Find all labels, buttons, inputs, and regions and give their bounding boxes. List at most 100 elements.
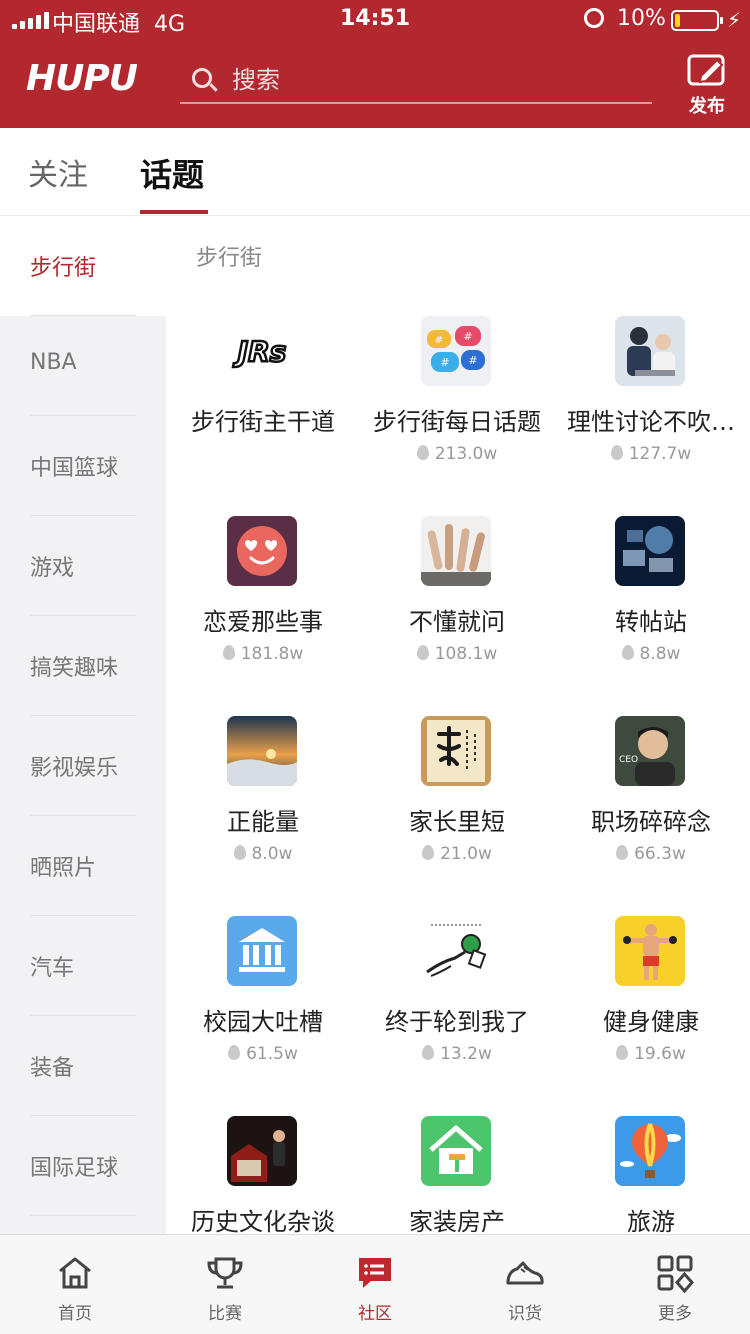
search-bar[interactable] bbox=[180, 58, 652, 104]
search-input[interactable] bbox=[232, 62, 632, 98]
sidebar-item-label: 游戏 bbox=[30, 556, 75, 581]
alarm-icon bbox=[584, 8, 604, 28]
sidebar-item-label: 晒照片 bbox=[30, 856, 97, 881]
battery-percent: 10% bbox=[617, 6, 666, 31]
sidebar-item-funny[interactable]: 搞笑趣味 bbox=[0, 616, 166, 716]
sidebar-item-entertainment[interactable]: 影视娱乐 bbox=[0, 716, 166, 816]
nav-more[interactable]: 更多 bbox=[600, 1235, 750, 1334]
calligraphy-photo bbox=[421, 716, 491, 786]
hashtag-bubbles-icon: # # # # bbox=[421, 316, 491, 386]
topic-card[interactable]: 校园大吐槽 61.5w bbox=[166, 916, 360, 1116]
sidebar-item-label: 国际足球 bbox=[30, 1156, 119, 1181]
sidebar-item-label: NBA bbox=[30, 350, 77, 375]
sidebar-item-buxingjie[interactable]: 步行街 bbox=[0, 216, 166, 316]
sidebar-item-label: 步行街 bbox=[30, 256, 97, 281]
category-sidebar: 步行街 NBA 中国篮球 游戏 搞笑趣味 影视娱乐 晒照片 汽车 装备 国际足球 bbox=[0, 216, 166, 1234]
nav-community[interactable]: 社区 bbox=[300, 1235, 450, 1334]
battery-icon bbox=[671, 10, 723, 31]
topic-heat: 181.8w bbox=[166, 644, 360, 664]
sidebar-item-cars[interactable]: 汽车 bbox=[0, 916, 166, 1016]
topic-card[interactable]: 不懂就问 108.1w bbox=[360, 516, 554, 716]
hot-air-balloon-icon bbox=[615, 1116, 685, 1186]
nav-shopping[interactable]: 识货 bbox=[450, 1235, 600, 1334]
topic-card[interactable]: 健身健康 19.6w bbox=[554, 916, 748, 1116]
compose-icon bbox=[687, 54, 725, 86]
tab-follow[interactable]: 关注 bbox=[28, 150, 88, 194]
topic-name: 历史文化杂谈 bbox=[191, 1208, 335, 1234]
topic-heat: 66.3w bbox=[554, 844, 748, 864]
topic-card[interactable]: 历史文化杂谈 bbox=[166, 1116, 360, 1234]
svg-text:JRs: JRs bbox=[233, 335, 287, 368]
sidebar-item-nba[interactable]: NBA bbox=[0, 316, 166, 416]
topic-name: 转帖站 bbox=[615, 608, 687, 636]
topic-name: 终于轮到我了 bbox=[385, 1008, 529, 1036]
publish-label: 发布 bbox=[689, 96, 725, 117]
sidebar-item-games[interactable]: 游戏 bbox=[0, 516, 166, 616]
sidebar-item-intl-football[interactable]: 国际足球 bbox=[0, 1116, 166, 1216]
topic-name: 校园大吐槽 bbox=[203, 1008, 323, 1036]
status-bar: 中国联通 4G 14:51 10% ⚡ bbox=[0, 0, 750, 40]
house-paint-icon bbox=[421, 1116, 491, 1186]
raised-hands-photo bbox=[421, 516, 491, 586]
community-chat-icon bbox=[359, 1258, 391, 1288]
sidebar-item-photos[interactable]: 晒照片 bbox=[0, 816, 166, 916]
flame-icon bbox=[422, 1045, 435, 1060]
topic-card[interactable]: 家装房产 bbox=[360, 1116, 554, 1234]
sidebar-item-label: 搞笑趣味 bbox=[30, 656, 119, 681]
topic-card[interactable]: 家长里短 21.0w bbox=[360, 716, 554, 916]
topic-heat: 127.7w bbox=[554, 444, 748, 464]
topic-name: 步行街每日话题 bbox=[373, 408, 541, 436]
topic-card[interactable]: 终于轮到我了 13.2w bbox=[360, 916, 554, 1116]
topic-name: 不懂就问 bbox=[409, 608, 505, 636]
flame-icon bbox=[616, 1045, 629, 1060]
bottom-tab-bar: 首页 比赛 社区 识货 更多 bbox=[0, 1234, 750, 1334]
home-icon bbox=[59, 1257, 91, 1289]
sidebar-item-gear[interactable]: 装备 bbox=[0, 1016, 166, 1116]
nav-label: 社区 bbox=[358, 1304, 392, 1324]
tech-screens-photo bbox=[615, 516, 685, 586]
topic-heat: 8.0w bbox=[166, 844, 360, 864]
topic-heat: 19.6w bbox=[554, 1044, 748, 1064]
nav-label: 更多 bbox=[658, 1304, 692, 1324]
sidebar-item-label: 中国篮球 bbox=[30, 456, 119, 481]
sneaker-icon bbox=[506, 1261, 544, 1285]
topic-name: 恋爱那些事 bbox=[203, 608, 323, 636]
lecture-photo bbox=[227, 1116, 297, 1186]
section-title: 步行街 bbox=[196, 246, 263, 271]
trophy-icon bbox=[207, 1257, 243, 1289]
topic-heat: 8.8w bbox=[554, 644, 748, 664]
topic-name: 健身健康 bbox=[603, 1008, 699, 1036]
flame-icon bbox=[422, 845, 435, 860]
topic-card[interactable]: 正能量 8.0w bbox=[166, 716, 360, 916]
tab-topics[interactable]: 话题 bbox=[140, 150, 204, 196]
nav-matches[interactable]: 比赛 bbox=[150, 1235, 300, 1334]
flame-icon bbox=[416, 645, 429, 660]
heart-eyes-emoji-icon bbox=[227, 516, 297, 586]
topic-heat: 213.0w bbox=[360, 444, 554, 464]
nav-home[interactable]: 首页 bbox=[0, 1235, 150, 1334]
topic-card[interactable]: 理性讨论不吹… 127.7w bbox=[554, 316, 748, 516]
flame-icon bbox=[233, 845, 246, 860]
topic-card[interactable]: 转帖站 8.8w bbox=[554, 516, 748, 716]
nav-label: 比赛 bbox=[208, 1304, 242, 1324]
topic-heat: 61.5w bbox=[166, 1044, 360, 1064]
topic-heat: 108.1w bbox=[360, 644, 554, 664]
svg-text:#: # bbox=[440, 356, 449, 369]
more-grid-icon bbox=[657, 1255, 695, 1293]
hupu-logo[interactable]: HUPU bbox=[26, 58, 138, 99]
topic-name: 理性讨论不吹… bbox=[567, 408, 735, 436]
sidebar-item-label: 装备 bbox=[30, 1056, 75, 1081]
topic-card[interactable]: JRs 步行街主干道 bbox=[166, 316, 360, 516]
topic-card[interactable]: 恋爱那些事 181.8w bbox=[166, 516, 360, 716]
top-tabs: 关注 话题 bbox=[0, 128, 750, 216]
publish-button[interactable]: 发布 bbox=[680, 50, 734, 120]
topic-card[interactable]: CEO 职场碎碎念 66.3w bbox=[554, 716, 748, 916]
search-icon bbox=[192, 68, 212, 88]
topic-card[interactable]: 旅游 bbox=[554, 1116, 748, 1234]
flame-icon bbox=[222, 645, 235, 660]
sidebar-item-china-basketball[interactable]: 中国篮球 bbox=[0, 416, 166, 516]
topic-card[interactable]: # # # # 步行街每日话题 213.0w bbox=[360, 316, 554, 516]
topic-name: 步行街主干道 bbox=[191, 408, 335, 436]
svg-text:#: # bbox=[463, 330, 472, 343]
sunrise-photo bbox=[227, 716, 297, 786]
